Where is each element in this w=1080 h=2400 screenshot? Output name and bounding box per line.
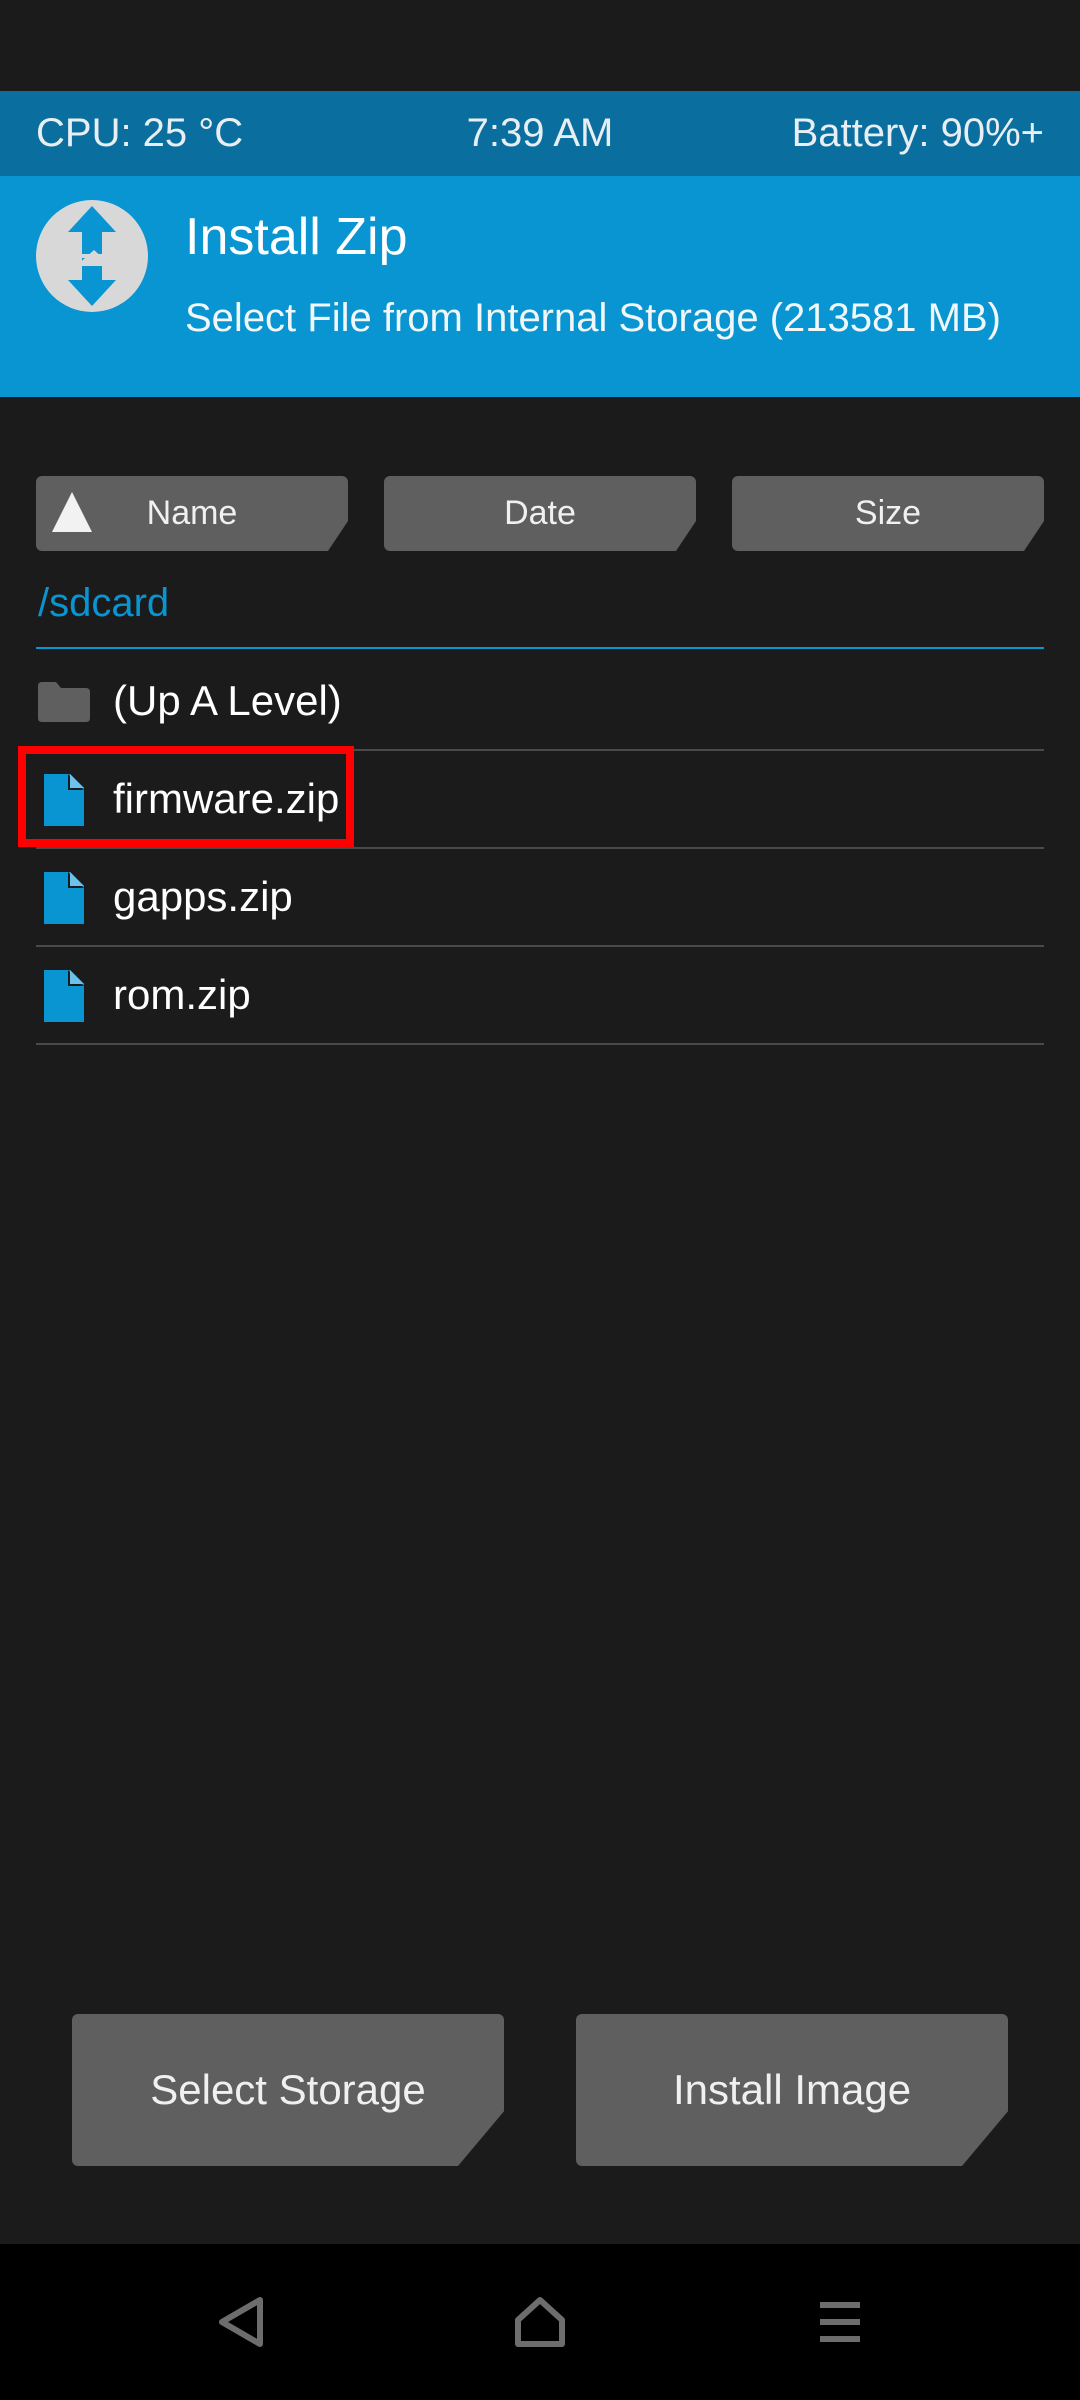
sort-by-date-label: Date [504,494,576,532]
sort-by-name-button[interactable]: Name [36,476,348,551]
back-icon[interactable] [212,2292,272,2352]
select-storage-button[interactable]: Select Storage [72,2014,504,2166]
file-name: rom.zip [113,971,251,1018]
file-name: (Up A Level) [113,677,342,724]
menu-icon[interactable] [810,2292,870,2352]
file-icon [44,872,84,924]
file-name: gapps.zip [113,873,293,920]
battery-status: Battery: 90%+ [791,111,1044,155]
path-divider [36,647,1044,649]
page-title: Install Zip [185,208,408,266]
navigation-bar [0,2244,1080,2400]
select-storage-label: Select Storage [150,2066,426,2113]
sort-by-date-button[interactable]: Date [384,476,696,551]
install-image-label: Install Image [672,2066,912,2113]
page-header: Install Zip Select File from Internal St… [0,176,1080,397]
folder-icon [38,682,90,722]
status-bar: CPU: 25 °C 7:39 AM Battery: 90%+ [0,91,1080,176]
current-path: /sdcard [38,581,170,625]
sort-by-name-label: Name [146,494,238,532]
file-row-gapps[interactable]: gapps.zip [36,848,1044,947]
file-icon [44,970,84,1022]
highlight-box [18,746,354,847]
file-row-rom[interactable]: rom.zip [36,946,1044,1045]
file-row-up-level[interactable]: (Up A Level) [36,652,1044,751]
sort-by-size-label: Size [854,494,922,532]
top-spacer [0,0,1080,91]
page-subtitle: Select File from Internal Storage (21358… [185,296,1001,340]
install-image-button[interactable]: Install Image [576,2014,1008,2166]
twrp-logo-icon [36,200,148,312]
home-icon[interactable] [510,2292,570,2352]
sort-by-size-button[interactable]: Size [732,476,1044,551]
